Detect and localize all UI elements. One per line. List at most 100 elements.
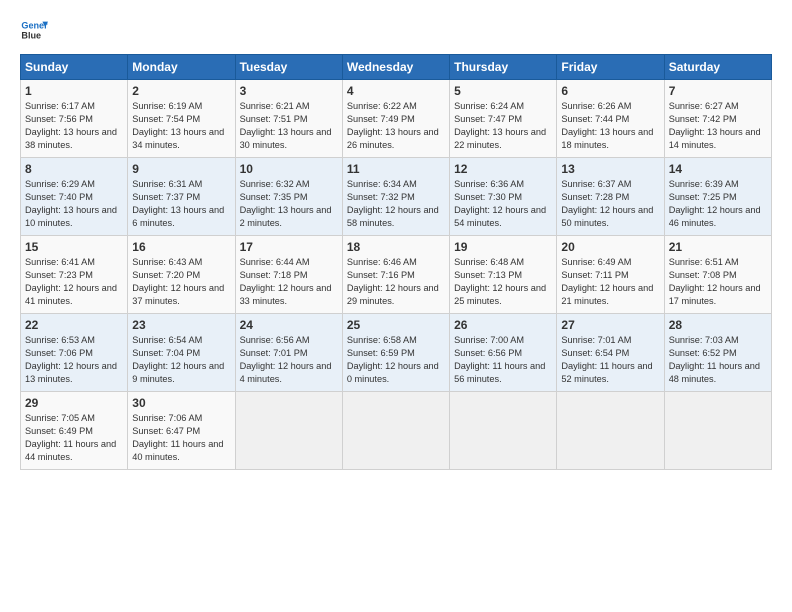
day-number: 17 xyxy=(240,240,338,254)
day-sunset: Sunset: 6:52 PM xyxy=(669,348,737,358)
day-number: 26 xyxy=(454,318,552,332)
day-sunrise: Sunrise: 6:51 AM xyxy=(669,257,739,267)
day-number: 15 xyxy=(25,240,123,254)
day-daylight: Daylight: 11 hours and 48 minutes. xyxy=(669,361,760,384)
col-monday: Monday xyxy=(128,55,235,80)
day-sunrise: Sunrise: 6:54 AM xyxy=(132,335,202,345)
day-number: 22 xyxy=(25,318,123,332)
day-sunset: Sunset: 7:40 PM xyxy=(25,192,93,202)
day-number: 4 xyxy=(347,84,445,98)
col-thursday: Thursday xyxy=(450,55,557,80)
day-sunrise: Sunrise: 6:56 AM xyxy=(240,335,310,345)
day-sunset: Sunset: 7:18 PM xyxy=(240,270,308,280)
day-daylight: Daylight: 13 hours and 30 minutes. xyxy=(240,127,332,150)
calendar-cell: 22 Sunrise: 6:53 AM Sunset: 7:06 PM Dayl… xyxy=(21,314,128,392)
day-daylight: Daylight: 13 hours and 14 minutes. xyxy=(669,127,761,150)
day-sunset: Sunset: 7:16 PM xyxy=(347,270,415,280)
col-wednesday: Wednesday xyxy=(342,55,449,80)
day-daylight: Daylight: 11 hours and 52 minutes. xyxy=(561,361,652,384)
calendar-cell: 9 Sunrise: 6:31 AM Sunset: 7:37 PM Dayli… xyxy=(128,158,235,236)
day-sunset: Sunset: 7:37 PM xyxy=(132,192,200,202)
day-daylight: Daylight: 12 hours and 41 minutes. xyxy=(25,283,117,306)
day-daylight: Daylight: 13 hours and 2 minutes. xyxy=(240,205,332,228)
day-number: 16 xyxy=(132,240,230,254)
calendar-cell: 14 Sunrise: 6:39 AM Sunset: 7:25 PM Dayl… xyxy=(664,158,771,236)
day-daylight: Daylight: 12 hours and 46 minutes. xyxy=(669,205,761,228)
day-sunset: Sunset: 7:44 PM xyxy=(561,114,629,124)
calendar-cell: 26 Sunrise: 7:00 AM Sunset: 6:56 PM Dayl… xyxy=(450,314,557,392)
day-number: 6 xyxy=(561,84,659,98)
day-number: 2 xyxy=(132,84,230,98)
calendar-cell: 19 Sunrise: 6:48 AM Sunset: 7:13 PM Dayl… xyxy=(450,236,557,314)
calendar-cell xyxy=(664,392,771,470)
calendar-cell: 23 Sunrise: 6:54 AM Sunset: 7:04 PM Dayl… xyxy=(128,314,235,392)
calendar-cell: 7 Sunrise: 6:27 AM Sunset: 7:42 PM Dayli… xyxy=(664,80,771,158)
day-number: 28 xyxy=(669,318,767,332)
calendar-cell: 29 Sunrise: 7:05 AM Sunset: 6:49 PM Dayl… xyxy=(21,392,128,470)
day-number: 8 xyxy=(25,162,123,176)
col-sunday: Sunday xyxy=(21,55,128,80)
calendar-cell xyxy=(342,392,449,470)
day-number: 19 xyxy=(454,240,552,254)
day-sunset: Sunset: 6:49 PM xyxy=(25,426,93,436)
day-number: 14 xyxy=(669,162,767,176)
calendar-cell: 3 Sunrise: 6:21 AM Sunset: 7:51 PM Dayli… xyxy=(235,80,342,158)
logo: General Blue xyxy=(20,16,30,44)
calendar-cell: 17 Sunrise: 6:44 AM Sunset: 7:18 PM Dayl… xyxy=(235,236,342,314)
calendar-cell: 5 Sunrise: 6:24 AM Sunset: 7:47 PM Dayli… xyxy=(450,80,557,158)
day-number: 24 xyxy=(240,318,338,332)
day-number: 25 xyxy=(347,318,445,332)
day-daylight: Daylight: 13 hours and 18 minutes. xyxy=(561,127,653,150)
calendar-cell: 11 Sunrise: 6:34 AM Sunset: 7:32 PM Dayl… xyxy=(342,158,449,236)
day-number: 18 xyxy=(347,240,445,254)
day-sunset: Sunset: 7:13 PM xyxy=(454,270,522,280)
day-sunrise: Sunrise: 6:31 AM xyxy=(132,179,202,189)
calendar-cell: 30 Sunrise: 7:06 AM Sunset: 6:47 PM Dayl… xyxy=(128,392,235,470)
day-daylight: Daylight: 13 hours and 22 minutes. xyxy=(454,127,546,150)
day-daylight: Daylight: 12 hours and 50 minutes. xyxy=(561,205,653,228)
calendar-cell: 20 Sunrise: 6:49 AM Sunset: 7:11 PM Dayl… xyxy=(557,236,664,314)
day-sunset: Sunset: 6:56 PM xyxy=(454,348,522,358)
page-header: General Blue xyxy=(20,16,772,44)
calendar-cell: 25 Sunrise: 6:58 AM Sunset: 6:59 PM Dayl… xyxy=(342,314,449,392)
col-friday: Friday xyxy=(557,55,664,80)
calendar-cell xyxy=(235,392,342,470)
calendar-cell: 8 Sunrise: 6:29 AM Sunset: 7:40 PM Dayli… xyxy=(21,158,128,236)
day-sunrise: Sunrise: 6:49 AM xyxy=(561,257,631,267)
day-daylight: Daylight: 12 hours and 4 minutes. xyxy=(240,361,332,384)
day-daylight: Daylight: 11 hours and 44 minutes. xyxy=(25,439,116,462)
day-sunrise: Sunrise: 6:37 AM xyxy=(561,179,631,189)
day-sunrise: Sunrise: 6:17 AM xyxy=(25,101,95,111)
day-daylight: Daylight: 12 hours and 0 minutes. xyxy=(347,361,439,384)
day-sunrise: Sunrise: 6:43 AM xyxy=(132,257,202,267)
calendar-cell: 13 Sunrise: 6:37 AM Sunset: 7:28 PM Dayl… xyxy=(557,158,664,236)
col-saturday: Saturday xyxy=(664,55,771,80)
day-sunset: Sunset: 7:25 PM xyxy=(669,192,737,202)
calendar-cell xyxy=(557,392,664,470)
day-sunrise: Sunrise: 7:01 AM xyxy=(561,335,631,345)
calendar-cell: 24 Sunrise: 6:56 AM Sunset: 7:01 PM Dayl… xyxy=(235,314,342,392)
day-sunrise: Sunrise: 6:24 AM xyxy=(454,101,524,111)
day-number: 3 xyxy=(240,84,338,98)
day-sunrise: Sunrise: 6:53 AM xyxy=(25,335,95,345)
day-number: 1 xyxy=(25,84,123,98)
day-sunset: Sunset: 7:08 PM xyxy=(669,270,737,280)
calendar-cell: 6 Sunrise: 6:26 AM Sunset: 7:44 PM Dayli… xyxy=(557,80,664,158)
calendar-cell: 28 Sunrise: 7:03 AM Sunset: 6:52 PM Dayl… xyxy=(664,314,771,392)
calendar-cell: 10 Sunrise: 6:32 AM Sunset: 7:35 PM Dayl… xyxy=(235,158,342,236)
day-number: 20 xyxy=(561,240,659,254)
day-sunset: Sunset: 7:51 PM xyxy=(240,114,308,124)
day-daylight: Daylight: 12 hours and 29 minutes. xyxy=(347,283,439,306)
day-daylight: Daylight: 11 hours and 40 minutes. xyxy=(132,439,223,462)
day-sunset: Sunset: 7:11 PM xyxy=(561,270,628,280)
day-number: 30 xyxy=(132,396,230,410)
day-daylight: Daylight: 13 hours and 38 minutes. xyxy=(25,127,117,150)
day-sunrise: Sunrise: 7:05 AM xyxy=(25,413,95,423)
day-sunrise: Sunrise: 6:26 AM xyxy=(561,101,631,111)
day-daylight: Daylight: 13 hours and 26 minutes. xyxy=(347,127,439,150)
day-sunset: Sunset: 7:06 PM xyxy=(25,348,93,358)
svg-text:Blue: Blue xyxy=(21,30,41,40)
calendar-cell: 16 Sunrise: 6:43 AM Sunset: 7:20 PM Dayl… xyxy=(128,236,235,314)
day-daylight: Daylight: 12 hours and 37 minutes. xyxy=(132,283,224,306)
day-sunrise: Sunrise: 6:34 AM xyxy=(347,179,417,189)
